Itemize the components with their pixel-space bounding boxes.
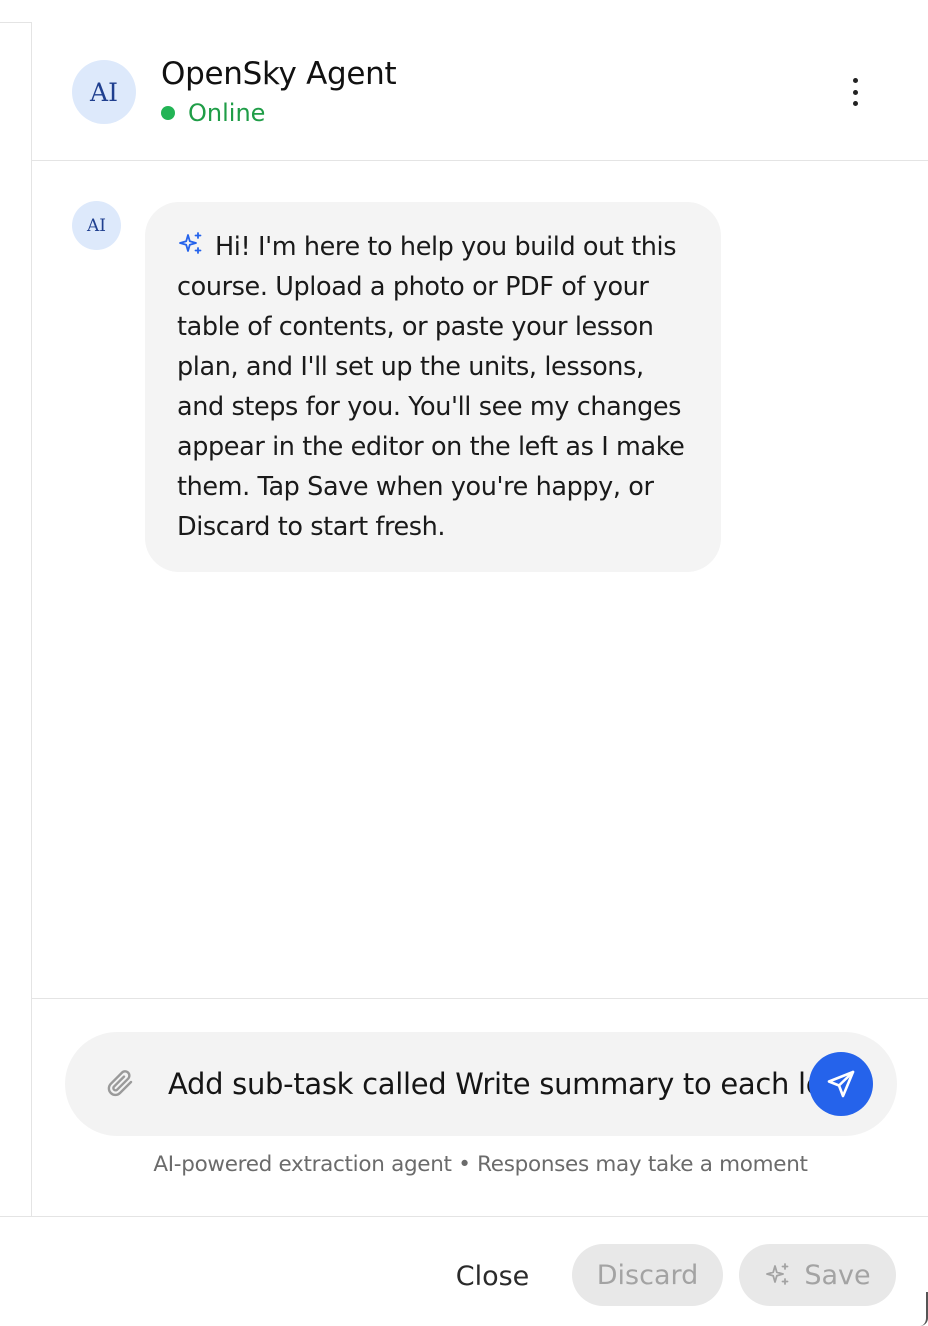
window-corner <box>920 1292 928 1326</box>
composer-area: AI-powered extraction agent • Responses … <box>32 998 928 1217</box>
message-composer <box>65 1032 897 1136</box>
agent-avatar: AI <box>72 60 136 124</box>
online-status-dot <box>161 106 175 120</box>
top-strip <box>0 0 928 23</box>
agent-message-text: Hi! I'm here to help you build out this … <box>177 232 685 542</box>
message-avatar: AI <box>72 201 121 250</box>
dialog-footer: Close Discard Save <box>0 1216 928 1326</box>
agent-message-bubble: Hi! I'm here to help you build out this … <box>145 202 721 572</box>
menu-dot <box>852 78 858 83</box>
composer-footnote: AI-powered extraction agent • Responses … <box>153 1152 808 1177</box>
save-label: Save <box>804 1259 871 1291</box>
save-button[interactable]: Save <box>739 1244 896 1306</box>
agent-name: OpenSky Agent <box>161 56 397 92</box>
status-text: Online <box>188 99 266 127</box>
sparkle-icon <box>179 232 202 254</box>
message-input[interactable] <box>168 1058 824 1110</box>
menu-dot <box>852 101 858 106</box>
discard-button[interactable]: Discard <box>572 1244 723 1306</box>
chat-header: AI OpenSky Agent Online <box>32 22 928 161</box>
message-list[interactable]: AI Hi! I'm here to help you build out th… <box>32 161 928 998</box>
sparkle-icon <box>766 1263 789 1285</box>
more-vertical-icon[interactable] <box>840 74 870 110</box>
paperclip-icon[interactable] <box>105 1067 137 1101</box>
send-button[interactable] <box>809 1052 873 1116</box>
menu-dot <box>852 89 858 95</box>
agent-status: Online <box>161 99 265 127</box>
chat-panel: AI OpenSky Agent Online AI Hi! I'm here … <box>31 22 928 1216</box>
app-root: AI OpenSky Agent Online AI Hi! I'm here … <box>0 0 928 1326</box>
close-button[interactable]: Close <box>436 1245 549 1307</box>
send-icon <box>827 1070 855 1098</box>
